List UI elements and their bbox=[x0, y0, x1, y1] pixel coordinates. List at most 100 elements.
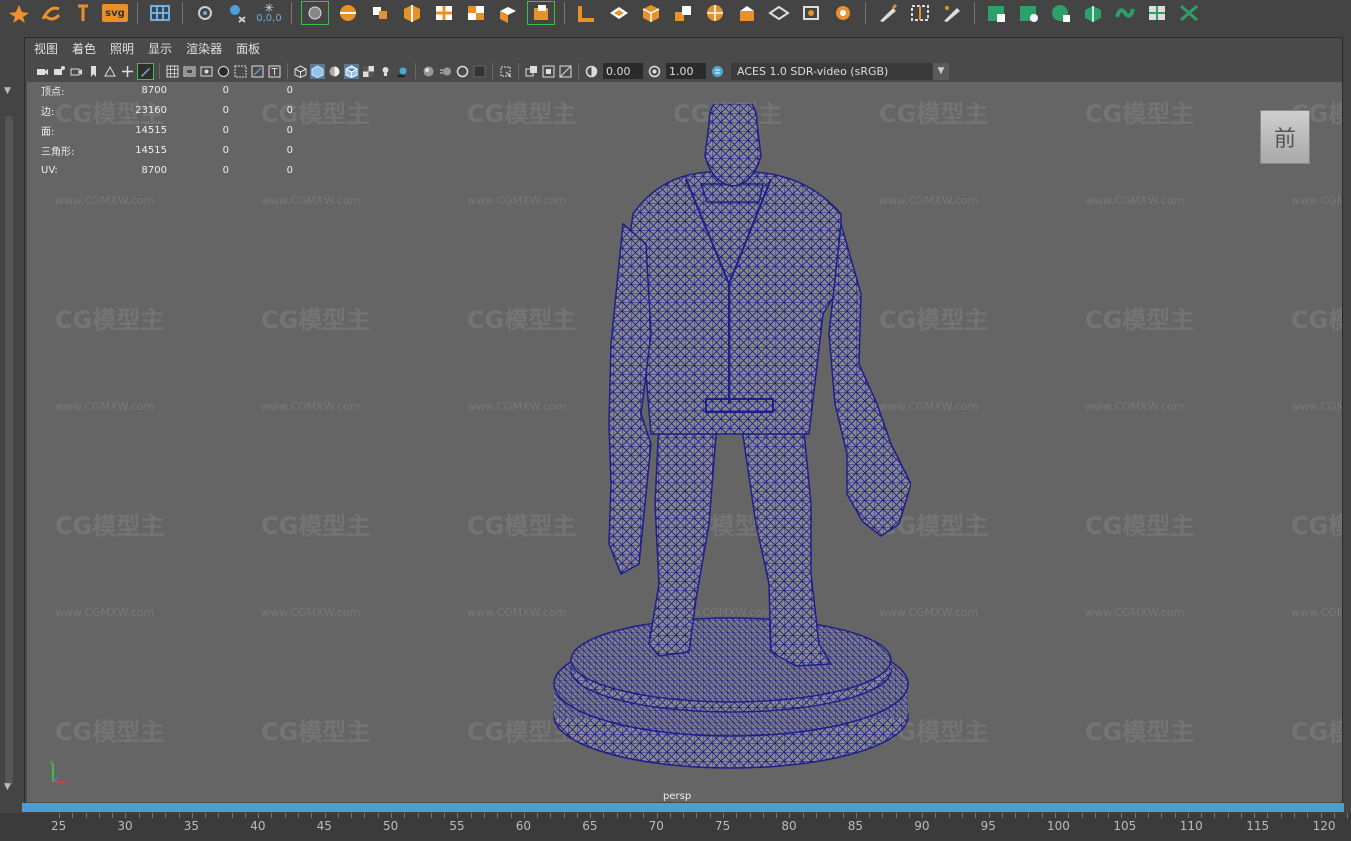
field-chart-icon[interactable] bbox=[233, 64, 248, 79]
menu-shading[interactable]: 着色 bbox=[72, 40, 96, 57]
gamma-icon[interactable] bbox=[647, 64, 662, 79]
text-icon[interactable] bbox=[70, 2, 96, 24]
timeline-tick-mark bbox=[112, 813, 114, 818]
view-cube[interactable]: 前 bbox=[1260, 110, 1310, 164]
anti-alias-icon[interactable] bbox=[455, 64, 470, 79]
lights-icon[interactable] bbox=[378, 64, 393, 79]
exposure-icon[interactable] bbox=[584, 64, 599, 79]
timeline-tick-mark bbox=[842, 813, 844, 818]
shadows-icon[interactable] bbox=[395, 64, 410, 79]
camera-attributes-icon[interactable] bbox=[52, 64, 67, 79]
exposure-field[interactable] bbox=[603, 63, 643, 79]
motion-blur-icon[interactable] bbox=[438, 64, 453, 79]
grid-icon[interactable] bbox=[147, 2, 173, 24]
pencil-icon[interactable] bbox=[798, 2, 824, 24]
boolean-icon[interactable] bbox=[399, 2, 425, 24]
xray-icon[interactable] bbox=[524, 64, 539, 79]
watermark-url: www.CGMXW.com bbox=[1085, 194, 1185, 207]
color-space-dropdown[interactable]: ACES 1.0 SDR-video (sRGB) ▼ bbox=[731, 62, 949, 80]
gamma-field[interactable] bbox=[666, 63, 706, 79]
timeline-tick-mark bbox=[563, 813, 565, 818]
select-icon[interactable] bbox=[301, 1, 329, 25]
fill-icon[interactable] bbox=[606, 2, 632, 24]
checker-icon[interactable] bbox=[463, 2, 489, 24]
wireframe-on-shaded-icon[interactable] bbox=[344, 63, 359, 79]
uv-unfold-icon[interactable] bbox=[984, 2, 1010, 24]
timeline-ruler[interactable]: 25 30 35 40 45 50 55 60 65 70 75 80 85 90 95 100 105 110 1… bbox=[0, 813, 1351, 841]
pan-zoom-icon[interactable] bbox=[120, 64, 135, 79]
svg-icon[interactable]: svg bbox=[102, 4, 128, 22]
menu-show[interactable]: 显示 bbox=[148, 40, 172, 57]
scroll-up-icon[interactable]: ▼ bbox=[4, 86, 14, 96]
uv-editor-icon[interactable] bbox=[939, 2, 965, 24]
timeline-tick-mark bbox=[1227, 813, 1229, 818]
wireframe-character-model[interactable] bbox=[541, 104, 911, 772]
snap-icon[interactable] bbox=[192, 2, 218, 24]
uv-checker-icon[interactable] bbox=[1048, 2, 1074, 24]
3d-viewport[interactable]: CG模型主 www.CGMXW.com CG模型主 www.CGMXW.com CG模型… bbox=[27, 82, 1342, 802]
coord-icon[interactable]: ✳ 0,0,0 bbox=[256, 2, 282, 24]
grease-pencil-icon[interactable] bbox=[137, 62, 154, 80]
quad-draw-icon[interactable] bbox=[734, 2, 760, 24]
uv-move-icon[interactable] bbox=[1080, 2, 1106, 24]
wireframe-icon[interactable] bbox=[293, 64, 308, 79]
cube-icon[interactable] bbox=[367, 2, 393, 24]
vector-icon[interactable] bbox=[6, 2, 32, 24]
paint-icon[interactable] bbox=[224, 2, 250, 24]
menu-view[interactable]: 视图 bbox=[34, 40, 58, 57]
xray-joints-icon[interactable] bbox=[558, 64, 573, 79]
timeline-tick-mark bbox=[590, 813, 592, 818]
gate-mask-icon[interactable] bbox=[216, 64, 231, 79]
image-plane-icon[interactable] bbox=[103, 64, 118, 79]
smooth-icon[interactable] bbox=[766, 2, 792, 24]
sculpt-icon[interactable] bbox=[875, 2, 901, 24]
safe-title-icon[interactable] bbox=[267, 64, 282, 79]
xray-active-icon[interactable] bbox=[541, 64, 556, 79]
timeline-tick-mark bbox=[430, 813, 432, 818]
viewport-panel: 视图 着色 照明 显示 渲染器 面板 0.00 1.00 ACES 1.0 SD… bbox=[24, 37, 1343, 811]
grid-toggle-icon[interactable] bbox=[165, 64, 180, 79]
curve-icon[interactable] bbox=[38, 2, 64, 24]
safe-action-icon[interactable] bbox=[250, 64, 265, 79]
combine-icon[interactable] bbox=[431, 2, 457, 24]
resolution-gate-icon[interactable] bbox=[199, 64, 214, 79]
multicut-icon[interactable] bbox=[638, 2, 664, 24]
extrude-icon[interactable] bbox=[495, 2, 521, 24]
uv-icon[interactable] bbox=[907, 2, 933, 24]
scroll-down-icon[interactable]: ▼ bbox=[4, 782, 14, 792]
target-weld-icon[interactable] bbox=[670, 2, 696, 24]
timeline-tick-label: 120 bbox=[1312, 819, 1336, 833]
wedge-icon[interactable] bbox=[702, 2, 728, 24]
bookmark-icon[interactable] bbox=[86, 64, 101, 79]
sphere-icon[interactable] bbox=[335, 2, 361, 24]
crease-icon[interactable] bbox=[830, 2, 856, 24]
timeline-tick-mark bbox=[138, 813, 140, 818]
color-management-icon[interactable] bbox=[710, 64, 725, 79]
bookmark-camera-icon[interactable] bbox=[69, 64, 84, 79]
chevron-down-icon[interactable]: ▼ bbox=[933, 62, 949, 80]
film-gate-icon[interactable] bbox=[182, 64, 197, 79]
uv-cut-icon[interactable] bbox=[1176, 2, 1202, 24]
screen-space-ao-icon[interactable] bbox=[421, 64, 436, 79]
depth-of-field-icon[interactable] bbox=[472, 64, 487, 79]
menu-panels[interactable]: 面板 bbox=[236, 40, 260, 57]
default-material-icon[interactable] bbox=[327, 64, 342, 79]
menu-lighting[interactable]: 照明 bbox=[110, 40, 134, 57]
textured-icon[interactable] bbox=[361, 64, 376, 79]
timeline-tick-label: 40 bbox=[250, 819, 266, 833]
timeline-tick-mark bbox=[1201, 813, 1203, 818]
bridge-icon[interactable] bbox=[574, 2, 600, 24]
timeline-tick-mark bbox=[85, 813, 87, 818]
camera-icon[interactable] bbox=[35, 64, 50, 79]
time-slider-bar[interactable] bbox=[22, 803, 1344, 812]
bevel-icon[interactable] bbox=[527, 1, 555, 25]
watermark-url: www.CGMXW.com bbox=[1291, 400, 1342, 413]
isolate-select-icon[interactable] bbox=[498, 64, 513, 79]
scrollbar[interactable] bbox=[5, 116, 13, 786]
uv-grid-icon[interactable] bbox=[1144, 2, 1170, 24]
uv-layout-icon[interactable] bbox=[1016, 2, 1042, 24]
watermark-url: www.CGMXW.com bbox=[261, 606, 361, 619]
menu-renderer[interactable]: 渲染器 bbox=[186, 40, 222, 57]
uv-snapshot-icon[interactable] bbox=[1112, 2, 1138, 24]
smooth-shade-icon[interactable] bbox=[310, 63, 325, 79]
